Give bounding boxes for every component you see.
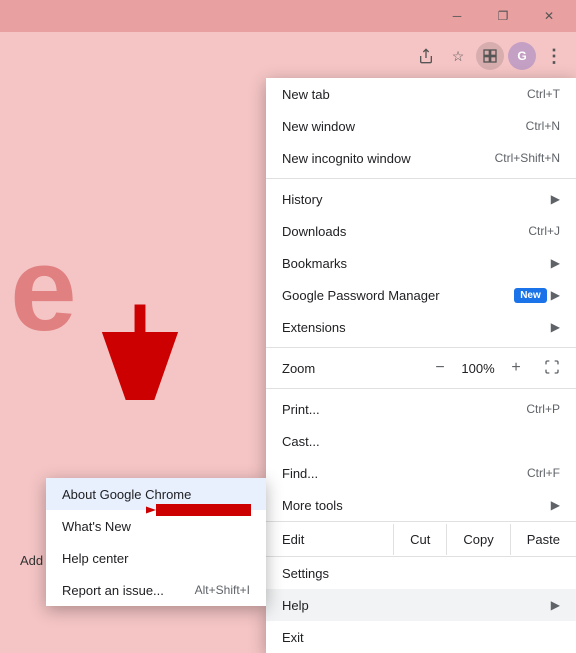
menu-item-print[interactable]: Print... Ctrl+P [266, 393, 576, 425]
favorite-icon[interactable]: ☆ [444, 42, 472, 70]
profile-avatar[interactable]: G [508, 42, 536, 70]
menu-item-downloads[interactable]: Downloads Ctrl+J [266, 215, 576, 247]
menu-item-more-tools[interactable]: More tools ▶ [266, 489, 576, 521]
divider-3 [266, 388, 576, 389]
restore-button[interactable]: ❐ [480, 0, 526, 32]
menu-item-bookmarks[interactable]: Bookmarks ▶ [266, 247, 576, 279]
fullscreen-button[interactable] [544, 359, 560, 378]
share-icon[interactable] [412, 42, 440, 70]
paste-button[interactable]: Paste [510, 524, 576, 555]
help-arrow-indicator [146, 490, 256, 533]
main-dropdown-menu: New tab Ctrl+T New window Ctrl+N New inc… [266, 78, 576, 653]
edit-row: Edit Cut Copy Paste [266, 521, 576, 557]
title-bar: ─ ❐ ✕ [0, 0, 576, 32]
close-button[interactable]: ✕ [526, 0, 572, 32]
menu-item-password-manager[interactable]: Google Password Manager New ▶ [266, 279, 576, 311]
divider-1 [266, 178, 576, 179]
browser-toolbar: ☆ G ⋮ [0, 32, 576, 80]
menu-item-find[interactable]: Find... Ctrl+F [266, 457, 576, 489]
menu-icon[interactable]: ⋮ [540, 42, 568, 70]
menu-item-extensions[interactable]: Extensions ▶ [266, 311, 576, 343]
menu-item-new-tab[interactable]: New tab Ctrl+T [266, 78, 576, 110]
extension-icon[interactable] [476, 42, 504, 70]
menu-item-new-window[interactable]: New window Ctrl+N [266, 110, 576, 142]
divider-2 [266, 347, 576, 348]
menu-item-new-incognito[interactable]: New incognito window Ctrl+Shift+N [266, 142, 576, 174]
chrome-logo-letter: e [10, 220, 77, 358]
menu-item-cast[interactable]: Cast... [266, 425, 576, 457]
zoom-value: 100% [460, 361, 496, 376]
zoom-controls: − 100% + [428, 356, 560, 380]
zoom-in-button[interactable]: + [504, 356, 528, 380]
zoom-row: Zoom − 100% + [266, 352, 576, 384]
minimize-button[interactable]: ─ [434, 0, 480, 32]
new-badge: New [514, 288, 547, 303]
menu-item-exit[interactable]: Exit [266, 621, 576, 653]
submenu-item-report-issue[interactable]: Report an issue... Alt+Shift+I [46, 574, 266, 606]
zoom-out-button[interactable]: − [428, 356, 452, 380]
submenu-item-help-center[interactable]: Help center [46, 542, 266, 574]
cut-button[interactable]: Cut [393, 524, 446, 555]
menu-item-history[interactable]: History ▶ [266, 183, 576, 215]
menu-item-settings[interactable]: Settings [266, 557, 576, 589]
copy-button[interactable]: Copy [446, 524, 509, 555]
menu-item-help[interactable]: Help ▶ [266, 589, 576, 621]
